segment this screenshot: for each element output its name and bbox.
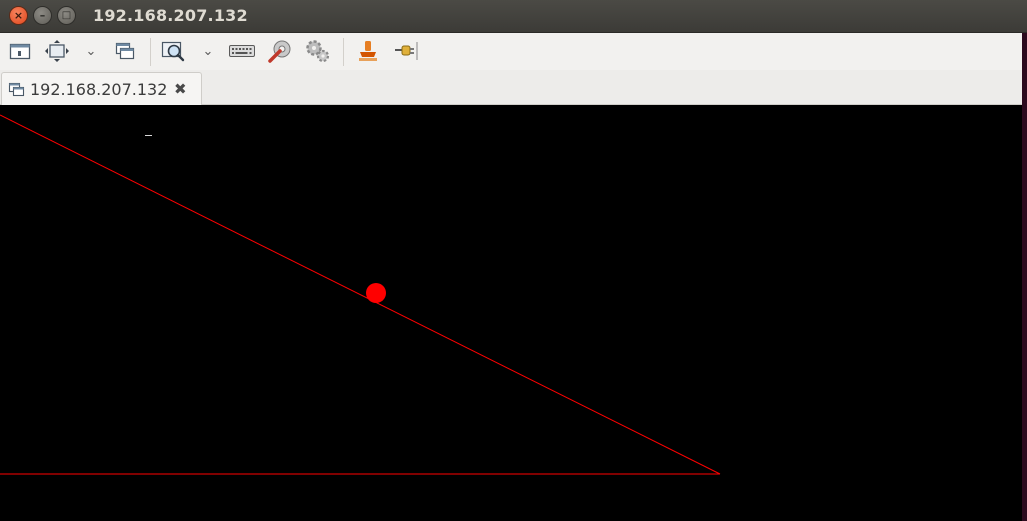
close-icon: × xyxy=(13,9,24,22)
maximize-icon: □ xyxy=(61,9,72,21)
remote-display[interactable] xyxy=(0,105,1022,521)
minimize-icon: – xyxy=(39,9,46,22)
settings-gears-icon xyxy=(306,40,330,63)
window-title: 192.168.207.132 xyxy=(93,6,248,25)
tab-connection[interactable]: 192.168.207.132 ✖ xyxy=(1,72,202,105)
settings-button[interactable] xyxy=(304,40,332,63)
diagonal-line xyxy=(0,114,721,475)
zoom-dropdown[interactable]: ⌄ xyxy=(201,40,215,62)
drawing-canvas xyxy=(0,114,721,475)
fullscreen-icon xyxy=(45,40,69,62)
zoom-button[interactable] xyxy=(160,40,188,62)
maximize-window-button[interactable]: □ xyxy=(57,6,76,25)
keyboard-icon xyxy=(229,45,255,57)
title-bar: × – □ 192.168.207.132 xyxy=(0,0,1027,33)
multi-window-button[interactable] xyxy=(112,40,138,62)
toolbar-separator xyxy=(150,38,151,66)
red-dot xyxy=(366,283,386,303)
zoom-icon xyxy=(161,41,185,62)
toolbar-separator xyxy=(343,38,344,66)
screenshot-icon xyxy=(359,41,377,61)
fullscreen-dropdown[interactable]: ⌄ xyxy=(84,40,98,62)
screenshot-button[interactable] xyxy=(354,40,382,62)
tab-label: 192.168.207.132 xyxy=(30,80,168,99)
disconnect-icon xyxy=(395,42,418,60)
keyboard-button[interactable] xyxy=(228,40,256,62)
minimize-window-button[interactable]: – xyxy=(33,6,52,25)
preferences-button[interactable] xyxy=(266,40,294,63)
chevron-down-icon: ⌄ xyxy=(202,43,214,59)
toggle-window-button[interactable] xyxy=(8,40,32,62)
multi-window-icon xyxy=(8,82,25,97)
close-tab-button[interactable]: ✖ xyxy=(174,80,187,98)
window-edge xyxy=(1022,33,1027,521)
preferences-icon xyxy=(268,40,291,63)
close-window-button[interactable]: × xyxy=(9,6,28,25)
disconnect-button[interactable] xyxy=(392,40,420,62)
tab-bar: 192.168.207.132 ✖ xyxy=(0,70,1022,105)
chevron-down-icon: ⌄ xyxy=(85,43,97,59)
toolbar: ⌄ ⌄ xyxy=(0,33,1022,70)
multi-window-icon xyxy=(115,42,135,60)
fullscreen-button[interactable] xyxy=(44,40,70,62)
window-icon xyxy=(9,43,31,60)
